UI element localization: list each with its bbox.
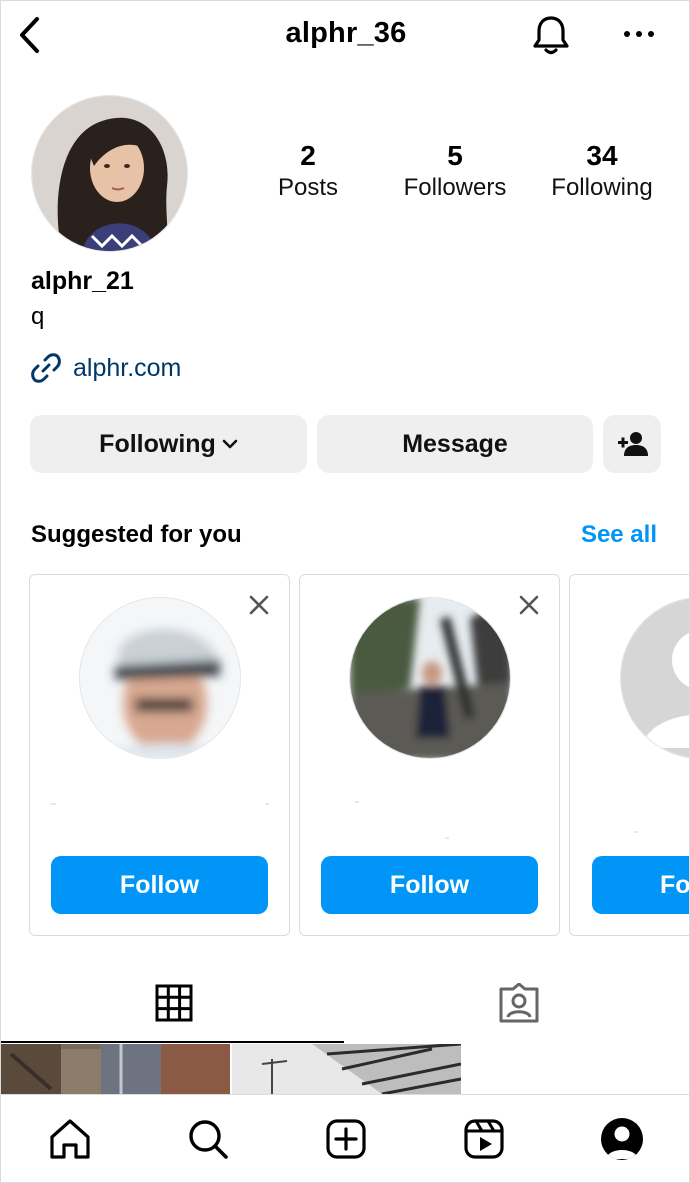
profile-avatar[interactable] <box>31 95 188 252</box>
add-user-button[interactable] <box>603 415 661 473</box>
message-label: Message <box>402 429 508 458</box>
suggested-title: Suggested for you <box>31 521 242 548</box>
create-post-icon <box>326 1119 366 1159</box>
follow-button[interactable]: Fo <box>592 856 690 914</box>
see-all-link[interactable]: See all <box>581 521 657 549</box>
home-icon <box>50 1119 90 1159</box>
stat-label: Followers <box>403 174 507 201</box>
redacted-name <box>265 803 269 805</box>
post-photo <box>1 1044 230 1094</box>
chevron-down-icon <box>222 439 238 449</box>
message-button[interactable]: Message <box>317 415 593 473</box>
redacted-name <box>50 803 56 805</box>
follow-button[interactable]: Follow <box>51 856 268 914</box>
profile-link[interactable]: alphr.com <box>29 351 181 385</box>
suggestion-card: Fo <box>569 574 690 936</box>
redacted-name <box>355 801 359 803</box>
suggestion-avatar[interactable] <box>79 597 241 759</box>
default-avatar-icon <box>621 598 689 758</box>
dismiss-button[interactable] <box>247 593 271 617</box>
post-thumbnail[interactable] <box>232 1044 461 1094</box>
suggestion-avatar[interactable] <box>349 597 511 759</box>
page-title: alphr_36 <box>285 17 407 49</box>
profile-photo <box>32 96 187 251</box>
search-icon <box>189 1120 228 1159</box>
stat-posts[interactable]: 2 Posts <box>263 139 353 203</box>
nav-profile[interactable] <box>598 1115 646 1163</box>
nav-search[interactable] <box>184 1115 232 1163</box>
close-icon <box>249 595 269 615</box>
bell-icon <box>533 16 569 55</box>
link-icon <box>31 353 61 383</box>
profile-username: alphr_21 <box>31 267 134 295</box>
post-photo <box>232 1044 461 1094</box>
active-tab-indicator <box>1 1041 344 1043</box>
close-icon <box>519 595 539 615</box>
profile-screen: alphr_36 2 Posts 5 Followers 34 Followin… <box>0 0 690 1183</box>
blurred-photo <box>80 598 240 758</box>
post-thumbnail[interactable] <box>1 1044 230 1094</box>
stat-label: Following <box>551 174 653 201</box>
tagged-person-icon <box>499 983 538 1023</box>
stat-value: 2 <box>300 140 316 171</box>
suggestion-avatar[interactable] <box>620 597 689 759</box>
more-dots-icon <box>624 31 654 37</box>
bottom-nav <box>1 1094 689 1182</box>
grid-icon <box>155 984 192 1022</box>
add-person-icon <box>618 432 648 456</box>
stat-value: 5 <box>447 140 463 171</box>
profile-icon <box>601 1118 643 1160</box>
blurred-photo <box>350 598 510 758</box>
following-label: Following <box>99 429 216 458</box>
suggestion-card: Follow <box>299 574 560 936</box>
follow-label: Follow <box>119 870 200 899</box>
notifications-button[interactable] <box>529 13 573 57</box>
stat-following[interactable]: 34 Following <box>541 139 663 203</box>
stat-followers[interactable]: 5 Followers <box>393 139 517 203</box>
tab-posts-grid[interactable] <box>1 963 346 1043</box>
dismiss-button[interactable] <box>517 593 541 617</box>
following-button[interactable]: Following <box>30 415 307 473</box>
follow-button[interactable]: Follow <box>321 856 538 914</box>
nav-home[interactable] <box>46 1115 94 1163</box>
link-text: alphr.com <box>73 353 182 382</box>
follow-label: Fo <box>660 870 690 899</box>
nav-create[interactable] <box>322 1115 370 1163</box>
stat-value: 34 <box>586 140 618 171</box>
profile-bio: q <box>31 303 45 330</box>
redacted-name <box>634 831 638 833</box>
header: alphr_36 <box>1 1 689 71</box>
stat-label: Posts <box>277 174 339 201</box>
redacted-name <box>445 837 449 839</box>
reels-icon <box>464 1119 504 1159</box>
nav-reels[interactable] <box>460 1115 508 1163</box>
suggestion-card: Follow <box>29 574 290 936</box>
tab-tagged[interactable] <box>346 963 689 1043</box>
follow-label: Follow <box>389 870 470 899</box>
more-options-button[interactable] <box>619 19 659 49</box>
